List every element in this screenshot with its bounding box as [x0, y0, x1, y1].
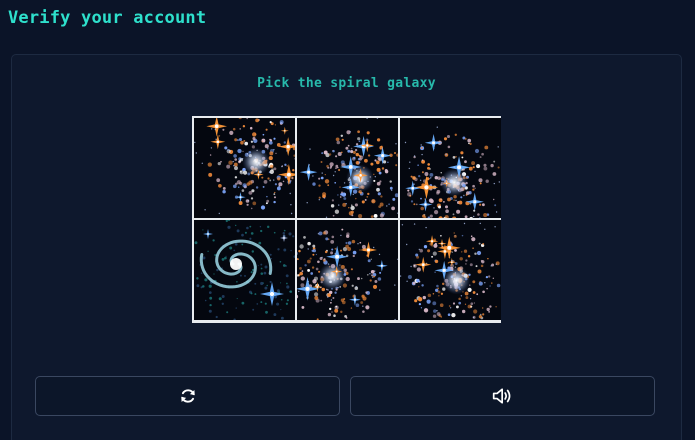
refresh-icon [180, 389, 195, 403]
star-cluster-image [194, 118, 295, 218]
captcha-tile-4[interactable] [194, 220, 295, 320]
star-cluster-image [297, 220, 398, 320]
captcha-tile-1[interactable] [194, 118, 295, 218]
spiral-galaxy-image [194, 220, 295, 320]
captcha-image-grid [192, 116, 501, 323]
captcha-tile-5[interactable] [297, 220, 398, 320]
star-cluster-image [297, 118, 398, 218]
captcha-prompt: Pick the spiral galaxy [257, 76, 436, 91]
captcha-tile-3[interactable] [400, 118, 501, 218]
star-cluster-image [400, 118, 501, 218]
refresh-button[interactable] [35, 376, 340, 416]
audio-challenge-button[interactable] [350, 376, 655, 416]
page-title: Verify your account [8, 8, 207, 28]
captcha-tile-6[interactable] [400, 220, 501, 320]
captcha-panel: Pick the spiral galaxy [11, 54, 682, 440]
captcha-tile-2[interactable] [297, 118, 398, 218]
star-cluster-image [400, 220, 501, 320]
speaker-icon [492, 388, 510, 404]
